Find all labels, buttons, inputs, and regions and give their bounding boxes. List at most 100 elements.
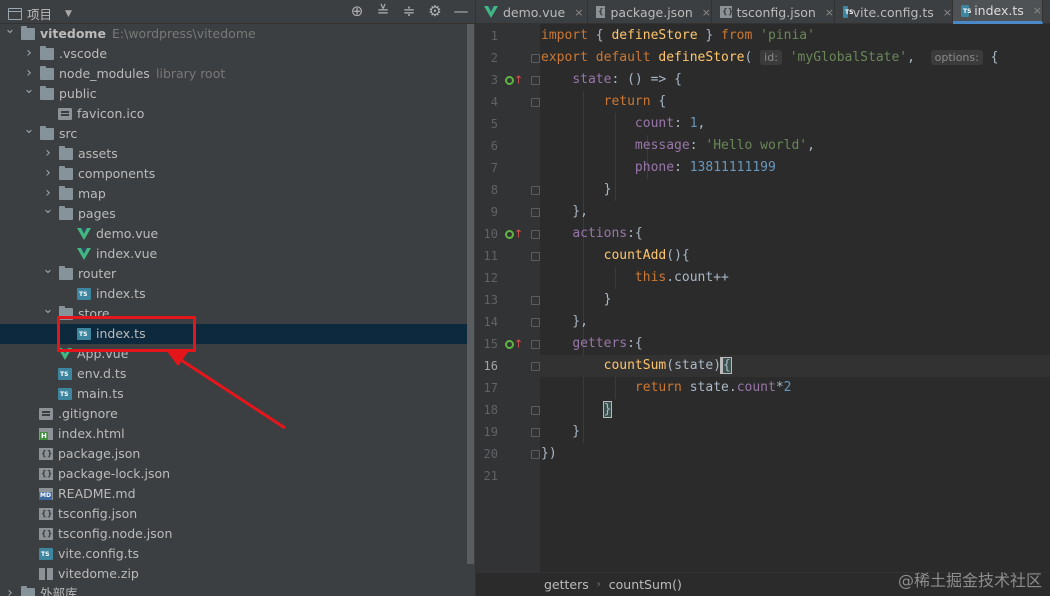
line-number[interactable]: 1 (476, 25, 498, 47)
chevron-down-icon[interactable]: ⌄ (42, 263, 54, 276)
tree-item[interactable]: ⌄ public (0, 83, 475, 104)
close-icon[interactable]: × (702, 1, 711, 24)
fold-marker-icon[interactable] (531, 450, 540, 459)
code-line[interactable]: }, (540, 311, 588, 333)
close-icon[interactable]: × (1033, 0, 1042, 22)
fold-marker-icon[interactable] (531, 76, 540, 85)
line-number[interactable]: 19 (476, 421, 498, 443)
code-line[interactable]: actions:{ (540, 223, 642, 245)
close-icon[interactable]: × (943, 1, 952, 24)
tree-item[interactable]: favicon.ico (0, 104, 475, 124)
tree-item[interactable]: › .vscode (0, 44, 475, 64)
code-line[interactable]: count: 1, (540, 113, 705, 135)
fold-marker-icon[interactable] (531, 208, 540, 217)
tree-item[interactable]: › node_modules library root (0, 64, 475, 84)
tab-package-json[interactable]: package.json × (588, 0, 712, 24)
code-line[interactable]: getters:{ (540, 333, 642, 355)
code-line[interactable]: this.count++ (540, 267, 729, 289)
tree-item[interactable]: package.json (0, 444, 475, 464)
line-number[interactable]: 12 (476, 267, 498, 289)
code-line[interactable]: message: 'Hello world', (540, 135, 815, 157)
breadcrumb-item-getters[interactable]: getters (544, 577, 589, 592)
code-line[interactable]: return { (540, 91, 667, 113)
code-line[interactable]: } (540, 399, 613, 421)
fold-marker-icon[interactable] (531, 252, 540, 261)
tree-item[interactable]: › assets (0, 144, 475, 164)
fold-marker-icon[interactable] (531, 186, 540, 195)
code-line[interactable]: export default defineStore( id: 'myGloba… (540, 47, 999, 69)
collapse-all-icon[interactable]: ≚ (375, 2, 391, 20)
code-line[interactable]: return state.count*2 (540, 377, 792, 399)
tree-item[interactable]: › 外部库 (0, 584, 475, 596)
line-number[interactable]: 10 (476, 223, 498, 245)
implements-icon[interactable]: ↑ (505, 337, 527, 351)
line-number[interactable]: 13 (476, 289, 498, 311)
chevron-down-icon[interactable]: ▼ (65, 9, 72, 19)
chevron-right-icon[interactable]: › (4, 584, 16, 596)
code-line[interactable]: phone: 13811111199 (540, 157, 776, 179)
fold-marker-icon[interactable] (531, 362, 540, 371)
tree-item[interactable]: tsconfig.json (0, 504, 475, 524)
tree-item[interactable]: index.ts (0, 284, 475, 304)
fold-marker-icon[interactable] (531, 296, 540, 305)
code-line[interactable]: } (540, 421, 580, 443)
code-line[interactable]: countSum(state){ (540, 355, 1050, 377)
tab-vite-config-ts[interactable]: vite.config.ts × (835, 0, 953, 24)
fold-marker-icon[interactable] (531, 406, 540, 415)
code-line[interactable]: }, (540, 201, 588, 223)
code-line[interactable]: import { defineStore } from 'pinia' (540, 25, 815, 47)
line-number[interactable]: 17 (476, 377, 498, 399)
fold-marker-icon[interactable] (531, 340, 540, 349)
line-number[interactable]: 8 (476, 179, 498, 201)
fold-marker-icon[interactable] (531, 318, 540, 327)
fold-marker-icon[interactable] (531, 54, 540, 63)
tree-item[interactable]: ⌄ vitedome E:\wordpress\vitedome (0, 23, 475, 44)
fold-marker-icon[interactable] (531, 98, 540, 107)
line-number[interactable]: 4 (476, 91, 498, 113)
line-number[interactable]: 2 (476, 47, 498, 69)
chevron-right-icon[interactable]: › (42, 144, 54, 163)
code-line[interactable]: } (540, 179, 612, 201)
tab-index-ts[interactable]: index.ts × (953, 0, 1043, 24)
line-number[interactable]: 21 (476, 465, 498, 487)
tree-item[interactable]: › components (0, 164, 475, 184)
code-line[interactable]: } (540, 289, 612, 311)
tree-item[interactable]: ⌄ router (0, 263, 475, 284)
tree-item[interactable]: vite.config.ts (0, 544, 475, 564)
tree-item[interactable]: env.d.ts (0, 364, 475, 384)
code-area[interactable]: import { defineStore } from 'pinia' expor… (540, 24, 1050, 572)
tree-scrollbar-thumb[interactable] (467, 24, 474, 564)
line-number[interactable]: 16 (476, 355, 498, 377)
gear-icon[interactable]: ⚙ (427, 2, 443, 20)
tree-item[interactable]: .gitignore (0, 404, 475, 424)
chevron-down-icon[interactable]: ⌄ (42, 203, 54, 216)
tree-item[interactable]: package-lock.json (0, 464, 475, 484)
line-number[interactable]: 6 (476, 135, 498, 157)
chevron-down-icon[interactable]: ⌄ (23, 123, 35, 136)
tab-tsconfig-json[interactable]: tsconfig.json × (712, 0, 835, 24)
line-number[interactable]: 5 (476, 113, 498, 135)
breadcrumb-item-countsum[interactable]: countSum() (609, 577, 682, 592)
implements-icon[interactable]: ↑ (505, 73, 527, 87)
code-line[interactable] (540, 465, 541, 487)
tree-item[interactable]: README.md (0, 484, 475, 504)
line-number[interactable]: 11 (476, 245, 498, 267)
line-number[interactable]: 14 (476, 311, 498, 333)
minimize-icon[interactable]: — (453, 2, 469, 20)
chevron-right-icon[interactable]: › (23, 44, 35, 63)
tree-item[interactable]: index.vue (0, 244, 475, 264)
chevron-down-icon[interactable]: ⌄ (42, 303, 54, 316)
tree-item[interactable]: › map (0, 184, 475, 204)
fold-marker-icon[interactable] (531, 428, 540, 437)
chevron-right-icon[interactable]: › (42, 184, 54, 203)
tree-item[interactable]: tsconfig.node.json (0, 524, 475, 544)
tree-item[interactable]: main.ts (0, 384, 475, 404)
line-number[interactable]: 18 (476, 399, 498, 421)
tree-item[interactable]: index.html (0, 424, 475, 444)
chevron-right-icon[interactable]: › (42, 164, 54, 183)
chevron-down-icon[interactable]: ⌄ (4, 23, 16, 36)
tab-demo-vue[interactable]: demo.vue × (476, 0, 588, 24)
fold-marker-icon[interactable] (531, 230, 540, 239)
line-number[interactable]: 7 (476, 157, 498, 179)
close-icon[interactable]: × (574, 1, 583, 24)
